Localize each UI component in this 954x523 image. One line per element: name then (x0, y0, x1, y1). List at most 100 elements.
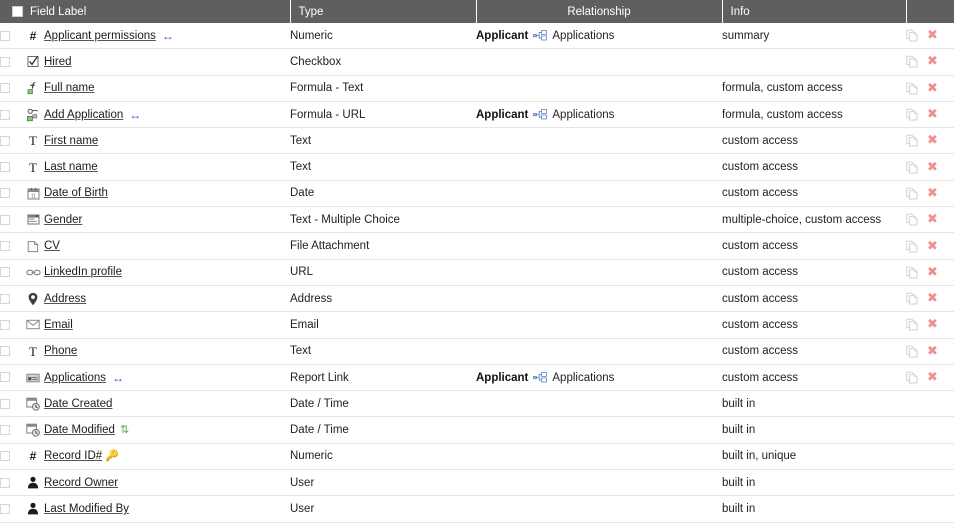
relationship-child-table[interactable]: Applications (552, 109, 614, 121)
copy-field-icon[interactable] (906, 29, 918, 42)
field-name-link[interactable]: First name (44, 135, 98, 147)
field-type-cell: Formula - Text (290, 82, 364, 95)
field-name-link[interactable]: Address (44, 293, 86, 305)
row-select-cell[interactable] (0, 75, 22, 101)
delete-field-icon[interactable]: ✖ (927, 240, 938, 253)
delete-field-icon[interactable]: ✖ (927, 134, 938, 147)
row-select-cell[interactable] (0, 207, 22, 233)
field-name-link[interactable]: Full name (44, 82, 95, 94)
row-select-checkbox[interactable] (0, 293, 10, 304)
field-name-link[interactable]: Gender (44, 214, 82, 226)
copy-field-icon[interactable] (906, 108, 918, 121)
delete-field-icon[interactable]: ✖ (927, 345, 938, 358)
row-select-cell[interactable] (0, 312, 22, 338)
row-select-checkbox[interactable] (0, 30, 10, 41)
row-select-checkbox[interactable] (0, 346, 10, 357)
relationship-parent-table[interactable]: Applicant (476, 109, 528, 121)
field-name-link[interactable]: Date of Birth (44, 187, 108, 199)
field-name-link[interactable]: Record ID# (44, 450, 102, 462)
delete-field-icon[interactable]: ✖ (927, 161, 938, 174)
delete-field-icon[interactable]: ✖ (927, 55, 938, 68)
row-select-cell[interactable] (0, 180, 22, 206)
row-select-checkbox[interactable] (0, 267, 10, 278)
relationship-child-table[interactable]: Applications (552, 372, 614, 384)
row-select-cell[interactable] (0, 391, 22, 417)
copy-field-icon[interactable] (906, 371, 918, 384)
delete-field-icon[interactable]: ✖ (927, 213, 938, 226)
relationship-child-table[interactable]: Applications (552, 30, 614, 42)
copy-field-icon[interactable] (906, 161, 918, 174)
column-header-type[interactable]: Type (290, 0, 477, 23)
field-name-link[interactable]: Date Modified (44, 424, 115, 436)
delete-field-icon[interactable]: ✖ (927, 82, 938, 95)
select-all-checkbox[interactable] (12, 5, 23, 17)
field-name-link[interactable]: Date Created (44, 398, 112, 410)
row-select-cell[interactable] (0, 49, 22, 75)
row-select-checkbox[interactable] (0, 188, 10, 199)
delete-field-icon[interactable]: ✖ (927, 108, 938, 121)
field-name-link[interactable]: Last Modified By (44, 503, 129, 515)
relationship-parent-table[interactable]: Applicant (476, 30, 528, 42)
field-type-cell: Text - Multiple Choice (290, 213, 400, 226)
column-header-relationship[interactable]: Relationship (476, 0, 723, 23)
row-select-checkbox[interactable] (0, 477, 10, 488)
row-select-cell[interactable] (0, 128, 22, 154)
row-select-cell[interactable] (0, 23, 22, 49)
field-name-link[interactable]: Hired (44, 56, 71, 68)
copy-field-icon[interactable] (906, 266, 918, 279)
row-select-checkbox[interactable] (0, 398, 10, 409)
row-select-checkbox[interactable] (0, 503, 10, 514)
copy-field-icon[interactable] (906, 240, 918, 253)
delete-field-icon[interactable]: ✖ (927, 371, 938, 384)
delete-field-icon[interactable]: ✖ (927, 318, 938, 331)
copy-field-icon[interactable] (906, 345, 918, 358)
field-name-link[interactable]: Add Application (44, 109, 123, 121)
copy-field-icon[interactable] (906, 318, 918, 331)
row-select-checkbox[interactable] (0, 319, 10, 330)
field-label-cell: Hired (22, 49, 290, 75)
row-select-cell[interactable] (0, 364, 22, 390)
field-name-link[interactable]: Applications (44, 372, 106, 384)
field-name-link[interactable]: Last name (44, 161, 98, 173)
select-all-header[interactable] (0, 0, 23, 23)
delete-field-icon[interactable]: ✖ (927, 292, 938, 305)
row-select-checkbox[interactable] (0, 83, 10, 94)
row-select-cell[interactable] (0, 338, 22, 364)
field-name-link[interactable]: LinkedIn profile (44, 266, 122, 278)
copy-field-icon[interactable] (906, 292, 918, 305)
row-select-cell[interactable] (0, 233, 22, 259)
field-name-link[interactable]: Email (44, 319, 73, 331)
row-select-cell[interactable] (0, 417, 22, 443)
field-name-link[interactable]: CV (44, 240, 60, 252)
row-select-cell[interactable] (0, 285, 22, 311)
row-select-cell[interactable] (0, 154, 22, 180)
copy-field-icon[interactable] (906, 82, 918, 95)
row-select-checkbox[interactable] (0, 372, 10, 383)
copy-field-icon[interactable] (906, 134, 918, 147)
delete-field-icon[interactable]: ✖ (927, 187, 938, 200)
delete-field-icon[interactable]: ✖ (927, 29, 938, 42)
row-select-cell[interactable] (0, 101, 22, 127)
column-header-info[interactable]: Info (722, 0, 907, 23)
row-select-cell[interactable] (0, 259, 22, 285)
row-select-checkbox[interactable] (0, 56, 10, 67)
delete-field-icon[interactable]: ✖ (927, 266, 938, 279)
field-name-link[interactable]: Applicant permissions (44, 30, 156, 42)
row-select-checkbox[interactable] (0, 162, 10, 173)
field-name-link[interactable]: Record Owner (44, 477, 118, 489)
row-select-checkbox[interactable] (0, 109, 10, 120)
row-select-checkbox[interactable] (0, 214, 10, 225)
row-select-checkbox[interactable] (0, 451, 10, 462)
row-select-cell[interactable] (0, 443, 22, 469)
row-select-cell[interactable] (0, 470, 22, 496)
row-select-checkbox[interactable] (0, 135, 10, 146)
copy-field-icon[interactable] (906, 55, 918, 68)
row-select-checkbox[interactable] (0, 240, 10, 251)
row-select-cell[interactable] (0, 496, 22, 522)
field-name-link[interactable]: Phone (44, 345, 77, 357)
copy-field-icon[interactable] (906, 187, 918, 200)
copy-field-icon[interactable] (906, 213, 918, 226)
row-select-checkbox[interactable] (0, 425, 10, 436)
relationship-parent-table[interactable]: Applicant (476, 372, 528, 384)
column-header-field-label[interactable]: Field Label (22, 0, 291, 23)
